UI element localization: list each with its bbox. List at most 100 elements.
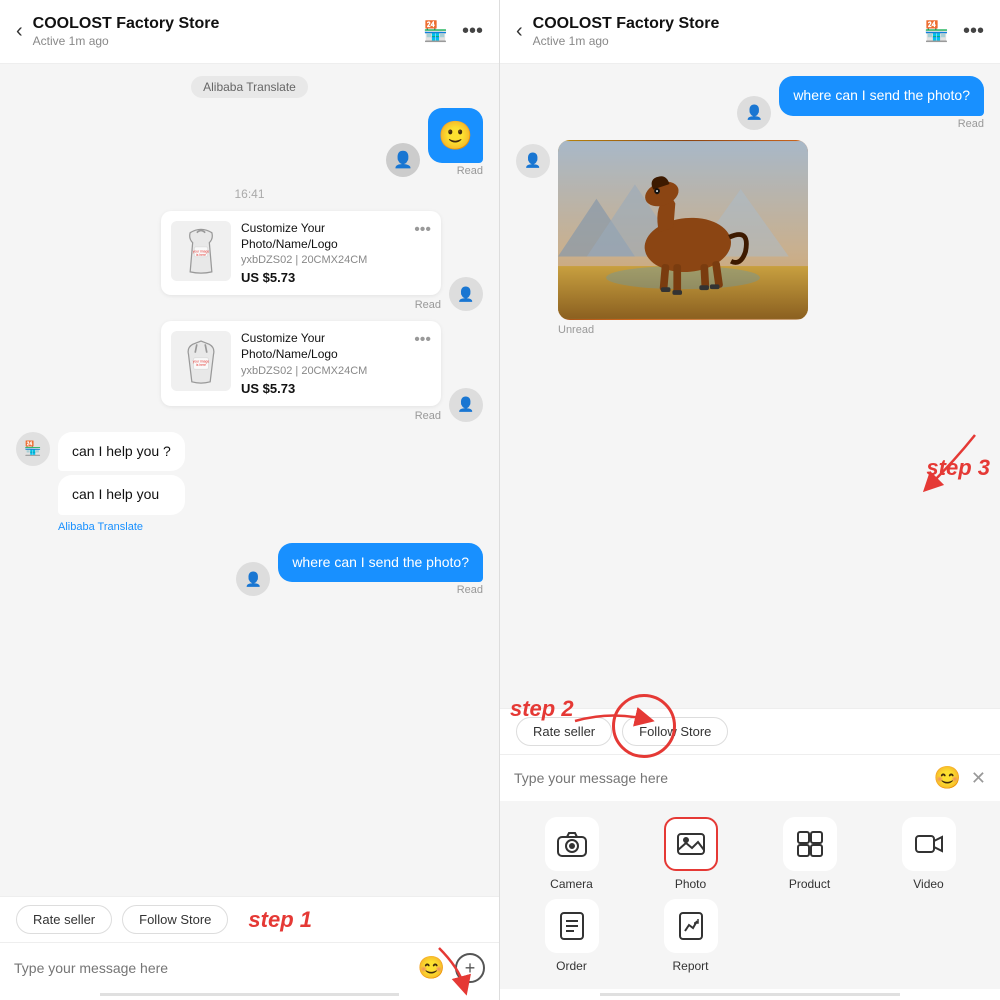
- left-store-name: COOLOST Factory Store: [33, 15, 413, 33]
- user-avatar-emoji: 👤: [386, 143, 420, 177]
- left-back-button[interactable]: ‹: [16, 20, 23, 43]
- left-input-bar: 😊 +: [0, 942, 499, 993]
- left-more-icon[interactable]: •••: [462, 20, 483, 43]
- translate-small[interactable]: Alibaba Translate: [58, 521, 185, 533]
- order-label: Order: [556, 959, 587, 973]
- product-info-1: Customize Your Photo/Name/Logo yxbDZS02 …: [241, 221, 404, 285]
- svg-text:is here: is here: [196, 253, 206, 257]
- right-bottom-actions: Rate seller Follow Store: [500, 708, 1000, 754]
- right-emoji-icon[interactable]: 😊: [934, 765, 961, 791]
- product-read-1: Read: [415, 299, 441, 311]
- product-card-row-1: your image is here Customize Your Photo/…: [16, 211, 483, 311]
- translate-badge-top: Alibaba Translate: [191, 76, 308, 98]
- left-chat-area: Alibaba Translate 🙂 Read 👤 16:41: [0, 64, 499, 896]
- product-label: Product: [789, 877, 830, 891]
- media-report[interactable]: Report: [635, 899, 746, 973]
- right-more-icon[interactable]: •••: [963, 20, 984, 43]
- media-order[interactable]: Order: [516, 899, 627, 973]
- right-header: ‹ COOLOST Factory Store Active 1m ago 🏪 …: [500, 0, 1000, 64]
- user-avatar-3: 👤: [236, 562, 270, 596]
- right-rate-seller-button[interactable]: Rate seller: [516, 717, 612, 746]
- incoming-bubble-1: can I help you ?: [58, 432, 185, 472]
- timestamp-1641: 16:41: [234, 187, 264, 201]
- left-follow-store-button[interactable]: Follow Store: [122, 905, 228, 934]
- incoming-bubbles: can I help you ? can I help you Alibaba …: [58, 432, 185, 533]
- camera-label: Camera: [550, 877, 593, 891]
- media-camera[interactable]: Camera: [516, 817, 627, 891]
- left-panel: ‹ COOLOST Factory Store Active 1m ago 🏪 …: [0, 0, 500, 1000]
- product-name-2: Customize Your Photo/Name/Logo: [241, 331, 404, 362]
- outgoing-photo-read: Read: [457, 584, 483, 596]
- media-video[interactable]: Video: [873, 817, 984, 891]
- product-img-1: your image is here: [171, 221, 231, 281]
- horse-unread-label: Unread: [558, 324, 808, 336]
- product-icon: [796, 830, 824, 858]
- right-store-icon[interactable]: 🏪: [924, 19, 949, 44]
- incoming-bubble-2: can I help you: [58, 475, 185, 515]
- user-avatar-1: 👤: [449, 277, 483, 311]
- media-photo[interactable]: Photo: [635, 817, 746, 891]
- product-card-1[interactable]: your image is here Customize Your Photo/…: [161, 211, 441, 295]
- left-emoji-icon[interactable]: 😊: [418, 955, 445, 981]
- right-input-bar: 😊 ✕: [500, 754, 1000, 801]
- report-label: Report: [672, 959, 708, 973]
- left-header-icons: 🏪 •••: [423, 19, 483, 44]
- left-header: ‹ COOLOST Factory Store Active 1m ago 🏪 …: [0, 0, 499, 64]
- right-store-avatar: 👤: [516, 144, 550, 178]
- product-card-2[interactable]: your image is here Customize Your Photo/…: [161, 321, 441, 405]
- report-icon-wrap: [664, 899, 718, 953]
- right-follow-store-button[interactable]: Follow Store: [622, 717, 728, 746]
- bag-svg-2: your image is here: [176, 336, 226, 386]
- media-product[interactable]: Product: [754, 817, 865, 891]
- right-panel: ‹ COOLOST Factory Store Active 1m ago 🏪 …: [500, 0, 1000, 1000]
- right-chat-area: where can I send the photo? Read 👤 👤: [500, 64, 1000, 708]
- order-icon: [559, 911, 585, 941]
- report-icon: [678, 911, 704, 941]
- horse-image-group: 👤: [516, 140, 984, 336]
- right-header-icons: 🏪 •••: [924, 19, 984, 44]
- product-menu-2[interactable]: •••: [414, 331, 431, 349]
- outgoing-photo-bubble: where can I send the photo?: [278, 543, 483, 583]
- camera-icon-wrap: [545, 817, 599, 871]
- right-active-status: Active 1m ago: [533, 34, 914, 48]
- product-sku-2: yxbDZS02 | 20CMX24CM: [241, 365, 404, 377]
- left-message-input[interactable]: [14, 960, 408, 976]
- camera-icon: [557, 831, 587, 857]
- video-icon-wrap: [902, 817, 956, 871]
- right-close-icon[interactable]: ✕: [971, 768, 986, 789]
- emoji-bubble: 🙂: [428, 108, 483, 163]
- left-rate-seller-button[interactable]: Rate seller: [16, 905, 112, 934]
- horse-svg: [558, 140, 808, 320]
- product-icon-wrap: [783, 817, 837, 871]
- product-card-row-2: your image is here Customize Your Photo/…: [16, 321, 483, 421]
- photo-icon: [676, 830, 706, 858]
- product-price-2: US $5.73: [241, 381, 404, 396]
- product-info-2: Customize Your Photo/Name/Logo yxbDZS02 …: [241, 331, 404, 395]
- left-header-info: COOLOST Factory Store Active 1m ago: [33, 15, 413, 48]
- right-scrollbar[interactable]: [600, 993, 900, 996]
- left-add-button[interactable]: +: [455, 953, 485, 983]
- video-label: Video: [913, 877, 943, 891]
- left-active-status: Active 1m ago: [33, 34, 413, 48]
- right-back-button[interactable]: ‹: [516, 20, 523, 43]
- video-icon: [914, 832, 944, 856]
- order-icon-wrap: [545, 899, 599, 953]
- product-menu-1[interactable]: •••: [414, 221, 431, 239]
- outgoing-photo-row: where can I send the photo? Read 👤: [16, 543, 483, 597]
- right-outgoing-row: where can I send the photo? Read 👤: [516, 76, 984, 130]
- svg-text:is here: is here: [196, 363, 206, 367]
- step1-label: step 1: [248, 907, 312, 933]
- right-store-name: COOLOST Factory Store: [533, 15, 914, 33]
- photo-label: Photo: [675, 877, 706, 891]
- product-img-2: your image is here: [171, 331, 231, 391]
- left-scrollbar[interactable]: [100, 993, 399, 996]
- store-avatar: 🏪: [16, 432, 50, 466]
- emoji-read-label: Read: [457, 165, 483, 177]
- right-message-input[interactable]: [514, 770, 924, 786]
- right-user-avatar: 👤: [737, 96, 771, 130]
- product-price-1: US $5.73: [241, 270, 404, 285]
- user-avatar-2: 👤: [449, 388, 483, 422]
- bag-svg-1: your image is here: [176, 226, 226, 276]
- left-store-icon[interactable]: 🏪: [423, 19, 448, 44]
- right-outgoing-read: Read: [958, 118, 984, 130]
